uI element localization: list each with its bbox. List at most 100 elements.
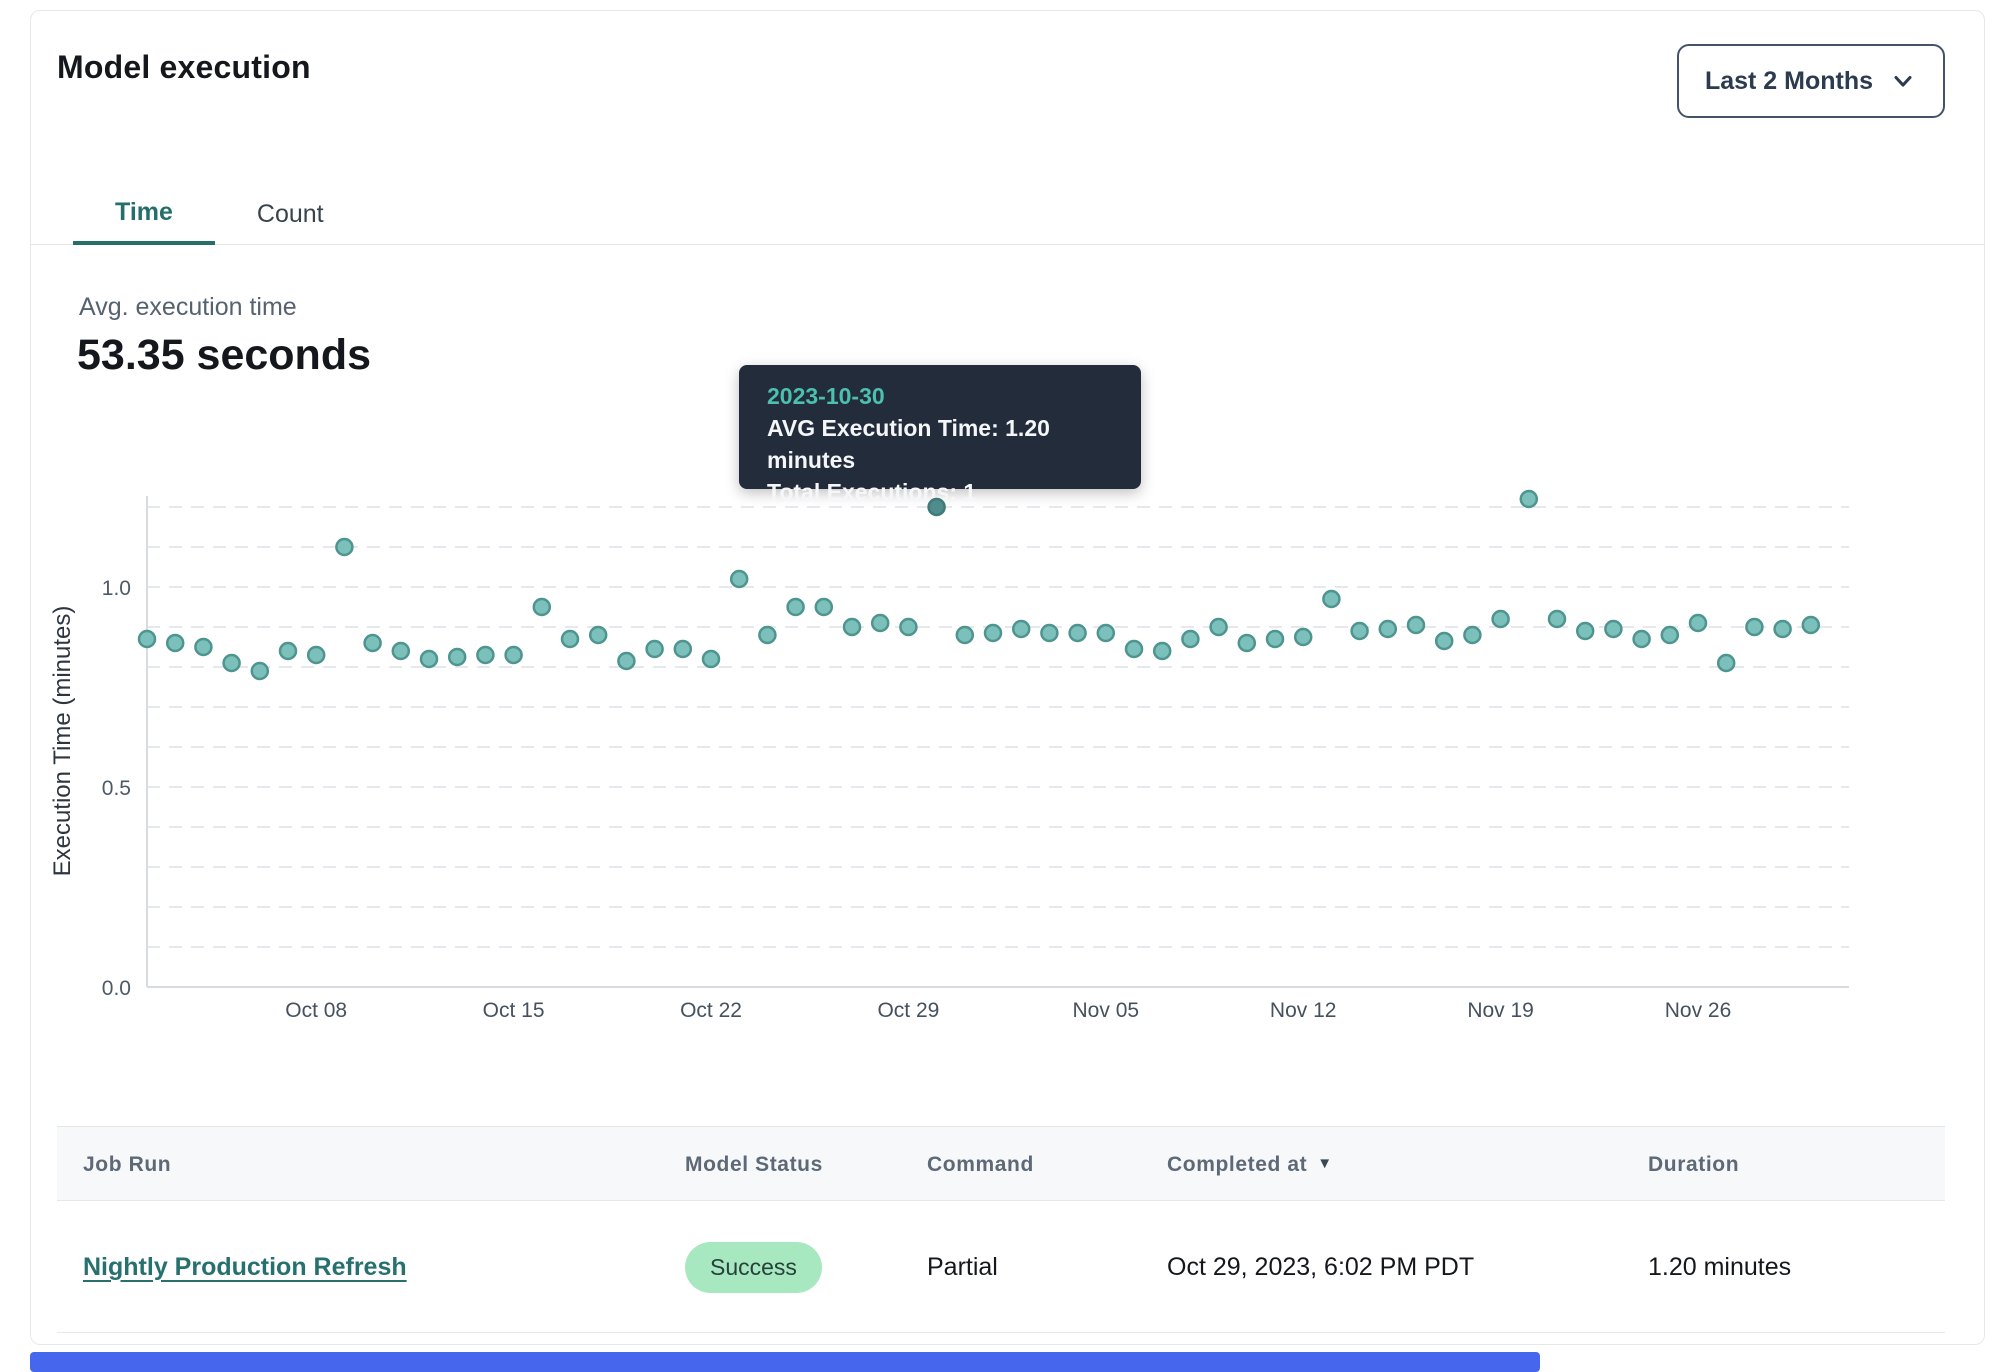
data-point[interactable] xyxy=(449,649,465,665)
data-point[interactable] xyxy=(731,571,747,587)
y-tick-label: 0.5 xyxy=(102,777,131,800)
data-point[interactable] xyxy=(1013,621,1029,637)
data-point[interactable] xyxy=(393,643,409,659)
data-point[interactable] xyxy=(280,643,296,659)
sort-desc-icon[interactable]: ▼ xyxy=(1317,1155,1332,1172)
chevron-down-icon xyxy=(1889,67,1917,95)
data-point[interactable] xyxy=(1380,621,1396,637)
data-point[interactable] xyxy=(985,625,1001,641)
data-point[interactable] xyxy=(1098,625,1114,641)
table-header-row: Job Run Model Status Command Completed a… xyxy=(57,1126,1945,1201)
x-tick-label: Oct 15 xyxy=(483,999,545,1022)
data-point[interactable] xyxy=(365,635,381,651)
data-point[interactable] xyxy=(1690,615,1706,631)
page-title: Model execution xyxy=(57,49,311,86)
column-header-model-status: Model Status xyxy=(685,1127,823,1202)
x-tick-label: Oct 22 xyxy=(680,999,742,1022)
data-point[interactable] xyxy=(1154,643,1170,659)
data-point[interactable] xyxy=(1126,641,1142,657)
data-point[interactable] xyxy=(139,631,155,647)
data-point[interactable] xyxy=(1267,631,1283,647)
data-point[interactable] xyxy=(224,655,240,671)
data-point[interactable] xyxy=(534,599,550,615)
data-point[interactable] xyxy=(308,647,324,663)
command-cell: Partial xyxy=(927,1201,998,1333)
date-range-label: Last 2 Months xyxy=(1705,67,1873,96)
data-point[interactable] xyxy=(1493,611,1509,627)
data-point[interactable] xyxy=(759,627,775,643)
completed-at-label: Completed at xyxy=(1167,1153,1307,1177)
kpi-value: 53.35 seconds xyxy=(77,331,371,380)
data-point[interactable] xyxy=(1464,627,1480,643)
data-point[interactable] xyxy=(1323,591,1339,607)
data-point[interactable] xyxy=(1295,629,1311,645)
data-point[interactable] xyxy=(618,653,634,669)
data-point[interactable] xyxy=(1718,655,1734,671)
completed-at-cell: Oct 29, 2023, 6:02 PM PDT xyxy=(1167,1201,1474,1333)
data-point[interactable] xyxy=(788,599,804,615)
model-execution-card: Model execution Last 2 Months Time Count… xyxy=(30,10,1985,1345)
selected-data-point[interactable] xyxy=(929,499,945,515)
data-point[interactable] xyxy=(1605,621,1621,637)
column-header-duration: Duration xyxy=(1648,1127,1739,1202)
data-point[interactable] xyxy=(647,641,663,657)
data-point[interactable] xyxy=(1662,627,1678,643)
data-point[interactable] xyxy=(900,619,916,635)
data-point[interactable] xyxy=(1182,631,1198,647)
data-point[interactable] xyxy=(844,619,860,635)
tooltip-date: 2023-10-30 xyxy=(767,380,1113,412)
tab-count[interactable]: Count xyxy=(215,183,366,245)
tab-count-label: Count xyxy=(257,200,324,229)
data-point[interactable] xyxy=(562,631,578,647)
duration-cell: 1.20 minutes xyxy=(1648,1201,1791,1333)
column-header-command: Command xyxy=(927,1127,1034,1202)
data-point[interactable] xyxy=(506,647,522,663)
tab-time[interactable]: Time xyxy=(73,183,215,245)
x-tick-label: Nov 19 xyxy=(1467,999,1534,1022)
x-tick-label: Nov 05 xyxy=(1073,999,1140,1022)
execution-time-scatter-chart: 0.0 0.5 1.0 Oct 08 Oct 15 Oct 22 Oct 29 Nov 05 N… xyxy=(31,461,1961,1061)
y-tick-label: 1.0 xyxy=(102,577,131,600)
data-point[interactable] xyxy=(816,599,832,615)
data-point[interactable] xyxy=(1211,619,1227,635)
status-badge: Success xyxy=(685,1242,822,1293)
table-row: Nightly Production Refresh Success Parti… xyxy=(57,1201,1945,1333)
chart-tabs: Time Count xyxy=(31,183,1984,245)
data-point[interactable] xyxy=(477,647,493,663)
data-point[interactable] xyxy=(336,539,352,555)
data-point[interactable] xyxy=(1634,631,1650,647)
x-tick-label: Oct 08 xyxy=(285,999,347,1022)
column-header-completed-at[interactable]: Completed at ▼ xyxy=(1167,1127,1333,1202)
kpi-label: Avg. execution time xyxy=(79,293,297,322)
date-range-dropdown[interactable]: Last 2 Months xyxy=(1677,44,1945,118)
data-point[interactable] xyxy=(1577,623,1593,639)
tab-time-label: Time xyxy=(115,198,173,227)
data-point[interactable] xyxy=(703,651,719,667)
data-point[interactable] xyxy=(1070,625,1086,641)
bottom-accent-bar[interactable] xyxy=(30,1352,1540,1372)
data-point[interactable] xyxy=(957,627,973,643)
job-runs-table: Job Run Model Status Command Completed a… xyxy=(57,1126,1945,1333)
data-point[interactable] xyxy=(675,641,691,657)
y-tick-label: 0.0 xyxy=(102,977,131,1000)
column-header-job-run: Job Run xyxy=(83,1127,171,1202)
data-point[interactable] xyxy=(1041,625,1057,641)
data-point[interactable] xyxy=(421,651,437,667)
data-point[interactable] xyxy=(1549,611,1565,627)
data-point[interactable] xyxy=(1803,617,1819,633)
data-point[interactable] xyxy=(1775,621,1791,637)
data-point[interactable] xyxy=(1521,491,1537,507)
data-point[interactable] xyxy=(1408,617,1424,633)
x-tick-label: Nov 26 xyxy=(1665,999,1732,1022)
data-point[interactable] xyxy=(1352,623,1368,639)
data-point[interactable] xyxy=(252,663,268,679)
data-point[interactable] xyxy=(167,635,183,651)
data-point[interactable] xyxy=(1436,633,1452,649)
data-point[interactable] xyxy=(590,627,606,643)
data-point[interactable] xyxy=(872,615,888,631)
x-tick-label: Oct 29 xyxy=(877,999,939,1022)
job-run-link[interactable]: Nightly Production Refresh xyxy=(83,1253,407,1282)
data-point[interactable] xyxy=(1746,619,1762,635)
data-point[interactable] xyxy=(1239,635,1255,651)
data-point[interactable] xyxy=(195,639,211,655)
